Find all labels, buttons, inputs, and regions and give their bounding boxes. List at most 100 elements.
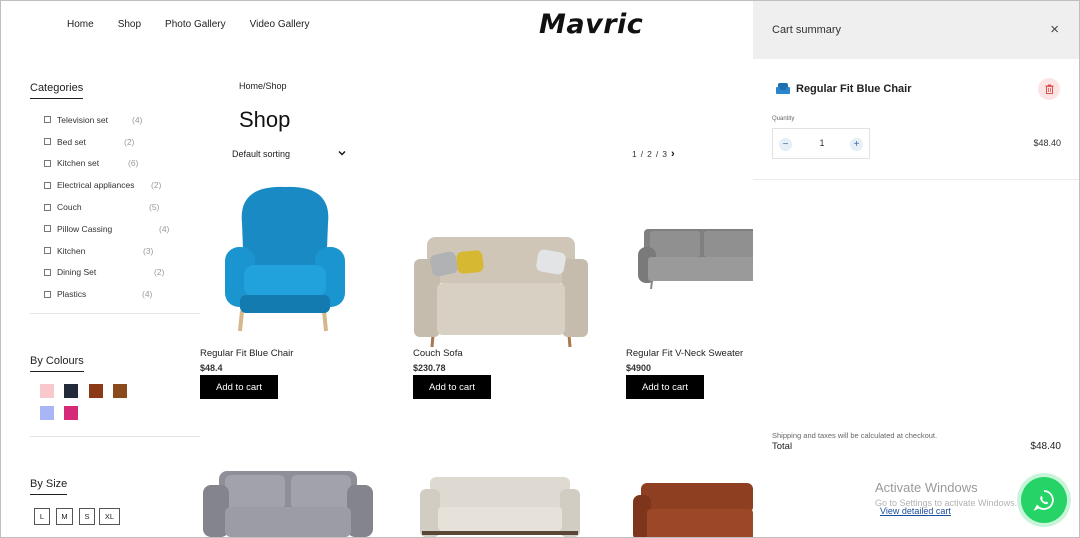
category-count: (4)	[132, 114, 143, 125]
cart-item-price: $48.40	[1033, 138, 1061, 148]
page-link[interactable]: 1	[632, 149, 637, 159]
colour-swatch[interactable]	[64, 406, 78, 420]
product-image-blue-armchair[interactable]	[220, 183, 370, 343]
category-checkbox[interactable]	[44, 247, 51, 255]
nav-home[interactable]: Home	[67, 19, 94, 30]
category-checkbox[interactable]	[44, 138, 51, 146]
colour-swatch[interactable]	[64, 384, 78, 398]
category-list: Television set (4) Bed set (2) Kitchen set…	[44, 109, 204, 305]
cart-title: Cart summary	[772, 24, 842, 36]
whatsapp-icon[interactable]	[1021, 477, 1067, 523]
brand-logo[interactable]: Mavric	[539, 9, 643, 40]
product-price: $48.4	[200, 363, 223, 373]
total-label: Total	[772, 441, 793, 452]
size-option-l[interactable]: L	[34, 508, 50, 525]
add-to-cart-button[interactable]: Add to cart	[626, 375, 704, 399]
page: Home Shop Photo Gallery Video Gallery Ma…	[0, 0, 1080, 538]
product-name[interactable]: Regular Fit Blue Chair	[200, 348, 293, 359]
category-checkbox[interactable]	[44, 181, 51, 189]
page-link[interactable]: 3	[662, 149, 667, 159]
product-name[interactable]: Couch Sofa	[413, 348, 463, 359]
category-label: Pillow Cassing	[57, 223, 113, 234]
colour-swatch[interactable]	[113, 384, 127, 398]
trash-icon[interactable]	[1038, 78, 1060, 100]
product-price: $4900	[626, 363, 652, 373]
category-item[interactable]: Dining Set (2)	[44, 262, 204, 284]
quantity-stepper: − 1 +	[772, 128, 870, 159]
category-label: Kitchen	[57, 245, 86, 256]
category-checkbox[interactable]	[44, 116, 51, 124]
category-count: (2)	[151, 180, 162, 191]
product-image-grey-sofa-2[interactable]	[203, 467, 373, 538]
category-count: (2)	[124, 136, 135, 147]
page-title: Shop	[239, 107, 291, 132]
category-checkbox[interactable]	[44, 268, 51, 276]
category-count: (2)	[154, 267, 165, 278]
add-to-cart-button[interactable]: Add to cart	[413, 375, 491, 399]
size-title: By Size	[30, 478, 68, 495]
page-link[interactable]: 2	[647, 149, 652, 159]
colours-title: By Colours	[30, 355, 84, 372]
category-label: Bed set	[57, 136, 86, 147]
top-nav: Home Shop Photo Gallery Video Gallery	[67, 19, 310, 30]
size-option-xl[interactable]: XL	[99, 508, 120, 525]
cart-panel: Cart summary × Regular Fit Blue Chair Qu…	[753, 1, 1079, 537]
sorting-select[interactable]: Default sorting	[232, 149, 346, 159]
category-item[interactable]: Television set (4)	[44, 109, 204, 131]
chevron-right-icon[interactable]: ›	[671, 148, 675, 160]
activate-windows-title: Activate Windows	[875, 480, 978, 495]
product-image-beige-sofa[interactable]	[413, 219, 593, 359]
category-label: Couch	[57, 202, 82, 213]
product-name[interactable]: Regular Fit V-Neck Sweater	[626, 348, 743, 359]
category-item[interactable]: Pillow Cassing (4)	[44, 218, 204, 240]
category-checkbox[interactable]	[44, 290, 51, 298]
category-checkbox[interactable]	[44, 225, 51, 233]
colour-swatch[interactable]	[89, 384, 103, 398]
sidebar-divider	[30, 436, 200, 437]
category-label: Television set	[57, 114, 109, 125]
quantity-label: Quantity	[772, 116, 795, 122]
product-image-cream-sofa[interactable]	[420, 477, 580, 538]
pagination: 1 / 2 / 3 ›	[632, 148, 675, 160]
category-count: (5)	[149, 202, 160, 213]
close-icon[interactable]: ×	[1050, 21, 1059, 38]
page-separator: /	[655, 149, 659, 159]
cart-header: Cart summary ×	[753, 1, 1079, 59]
nav-shop[interactable]: Shop	[118, 19, 141, 30]
view-detailed-cart-link[interactable]: View detailed cart	[880, 506, 951, 516]
category-item[interactable]: Kitchen (3)	[44, 240, 204, 262]
breadcrumb[interactable]: Home/Shop	[239, 81, 287, 91]
cart-item-name[interactable]: Regular Fit Blue Chair	[796, 83, 912, 95]
size-option-s[interactable]: S	[79, 508, 95, 525]
add-to-cart-button[interactable]: Add to cart	[200, 375, 278, 399]
category-checkbox[interactable]	[44, 159, 51, 167]
colour-swatch[interactable]	[40, 406, 54, 420]
cart-divider	[753, 179, 1079, 180]
categories-title: Categories	[30, 82, 84, 99]
chevron-down-icon	[338, 149, 346, 159]
plus-icon[interactable]: +	[850, 138, 863, 151]
category-label: Plastics	[57, 289, 87, 300]
size-option-m[interactable]: M	[56, 508, 73, 525]
category-item[interactable]: Kitchen set (6)	[44, 153, 204, 175]
product-price: $230.78	[413, 363, 446, 373]
category-count: (3)	[143, 245, 154, 256]
colour-swatch[interactable]	[40, 384, 54, 398]
nav-video-gallery[interactable]: Video Gallery	[250, 19, 310, 30]
product-image-brown-leather-sofa[interactable]	[633, 481, 753, 538]
category-count: (4)	[159, 223, 170, 234]
product-image-grey-sofa[interactable]	[638, 227, 768, 327]
total-value: $48.40	[1030, 441, 1061, 452]
category-checkbox[interactable]	[44, 203, 51, 211]
category-item[interactable]: Couch (5)	[44, 196, 204, 218]
page-separator: /	[640, 149, 644, 159]
category-item[interactable]: Plastics (4)	[44, 283, 204, 305]
nav-photo-gallery[interactable]: Photo Gallery	[165, 19, 226, 30]
minus-icon[interactable]: −	[779, 138, 792, 151]
sidebar-divider	[30, 313, 200, 314]
category-count: (6)	[128, 158, 139, 169]
quantity-value[interactable]: 1	[817, 138, 827, 148]
category-item[interactable]: Bed set (2)	[44, 131, 204, 153]
category-label: Electrical appliances	[57, 180, 135, 191]
category-item[interactable]: Electrical appliances (2)	[44, 174, 204, 196]
